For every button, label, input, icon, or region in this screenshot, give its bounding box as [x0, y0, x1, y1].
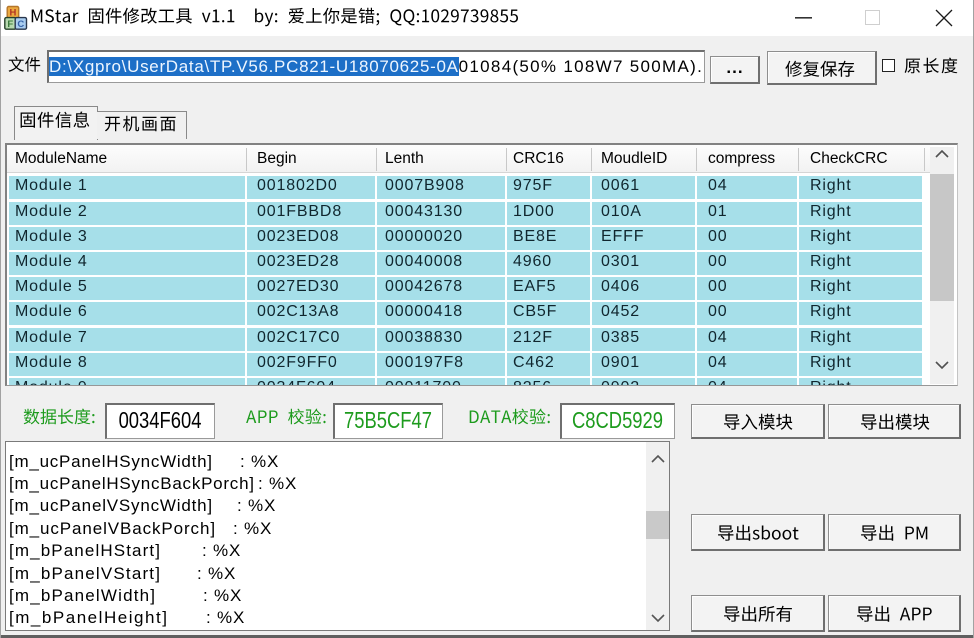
svg-text:F: F [7, 19, 13, 30]
svg-text:C: C [17, 19, 24, 30]
svg-text:H: H [9, 8, 16, 19]
